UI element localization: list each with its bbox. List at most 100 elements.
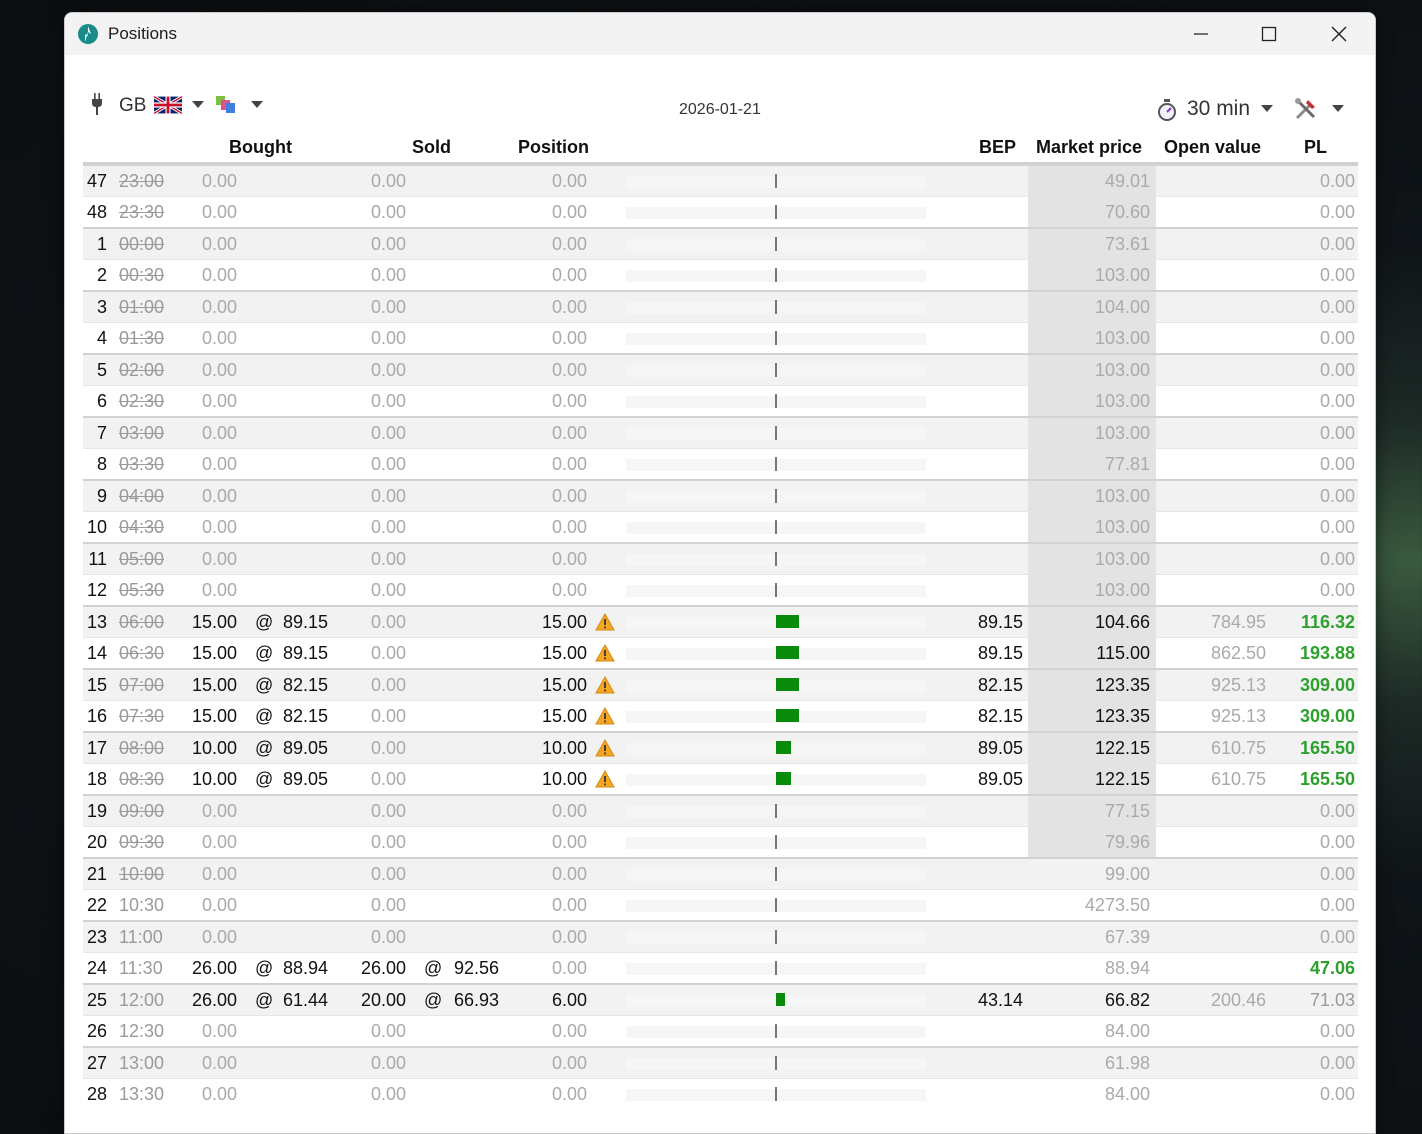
table-row[interactable]: 27 13:00 0.00 0.00 0.00 61.98 0.00 — [83, 1046, 1358, 1078]
title-bar[interactable]: Positions — [65, 13, 1375, 55]
table-row[interactable]: 5 02:00 0.00 0.00 0.00 103.00 0.00 — [83, 353, 1358, 385]
tools-dropdown-caret[interactable] — [1332, 105, 1344, 112]
table-row[interactable]: 22 10:30 0.00 0.00 0.00 4273.50 0.00 — [83, 889, 1358, 920]
position-value: 0.00 — [551, 927, 587, 947]
table-row[interactable]: 3 01:00 0.00 0.00 0.00 104.00 0.00 — [83, 290, 1358, 322]
table-row[interactable]: 28 13:30 0.00 0.00 0.00 84.00 0.00 — [83, 1078, 1358, 1109]
table-row[interactable]: 20 09:30 0.00 0.00 0.00 79.96 0.00 — [83, 826, 1358, 857]
market-price: 79.96 — [1104, 832, 1150, 852]
market-price-cell: 79.96 — [1028, 827, 1156, 857]
region-dropdown-caret[interactable] — [192, 101, 204, 108]
table-row[interactable]: 21 10:00 0.00 0.00 0.00 99.00 0.00 — [83, 857, 1358, 889]
sold-at-symbol: @ — [424, 958, 443, 978]
bought-quantity: 26.00 — [191, 990, 237, 1010]
table-row[interactable]: 26 12:30 0.00 0.00 0.00 84.00 0.00 — [83, 1015, 1358, 1046]
sold-quantity: 26.00 — [360, 958, 406, 978]
period-time: 09:00 — [119, 801, 165, 821]
bought-quantity: 0.00 — [201, 486, 237, 506]
market-price-cell: 103.00 — [1028, 323, 1156, 353]
table-row[interactable]: 9 04:00 0.00 0.00 0.00 103.00 0.00 — [83, 479, 1358, 511]
palette-dropdown-caret[interactable] — [251, 101, 263, 108]
table-row[interactable]: 25 12:00 26.00 @61.44 20.00 @66.93 6.00 43.14 66… — [83, 983, 1358, 1015]
interval-dropdown-caret[interactable] — [1261, 105, 1273, 112]
table-row[interactable]: 15 07:00 15.00 @82.15 0.00 15.00 82.15 123.35 92… — [83, 668, 1358, 700]
warning-icon[interactable] — [595, 707, 615, 725]
bought-quantity: 0.00 — [201, 234, 237, 254]
region-label[interactable]: GB — [119, 95, 146, 117]
uk-flag-icon[interactable] — [154, 96, 182, 114]
table-row[interactable]: 13 06:00 15.00 @89.15 0.00 15.00 89.15 104.66 78… — [83, 605, 1358, 637]
table-row[interactable]: 24 11:30 26.00 @88.94 26.00 @92.56 0.00 88.94 47… — [83, 952, 1358, 983]
warning-icon[interactable] — [595, 644, 615, 662]
bought-quantity: 0.00 — [201, 360, 237, 380]
header-bought[interactable]: Bought — [229, 137, 292, 158]
close-button[interactable] — [1305, 13, 1373, 55]
table-row[interactable]: 19 09:00 0.00 0.00 0.00 77.15 0.00 — [83, 794, 1358, 826]
plug-icon[interactable] — [91, 93, 103, 115]
position-value: 0.00 — [551, 391, 587, 411]
period-number: 2 — [96, 265, 107, 285]
table-row[interactable]: 18 08:30 10.00 @89.05 0.00 10.00 89.05 122.15 61… — [83, 763, 1358, 794]
maximize-button[interactable] — [1235, 13, 1303, 55]
period-time: 05:00 — [119, 549, 165, 569]
position-value: 0.00 — [551, 801, 587, 821]
bought-quantity: 0.00 — [201, 1053, 237, 1073]
period-time: 13:30 — [119, 1084, 165, 1104]
market-price-cell: 66.82 — [1028, 985, 1156, 1015]
table-row[interactable]: 17 08:00 10.00 @89.05 0.00 10.00 89.05 122.15 61… — [83, 731, 1358, 763]
table-row[interactable]: 10 04:30 0.00 0.00 0.00 103.00 0.00 — [83, 511, 1358, 542]
bought-quantity: 0.00 — [201, 297, 237, 317]
position-value: 0.00 — [551, 328, 587, 348]
table-row[interactable]: 6 02:30 0.00 0.00 0.00 103.00 0.00 — [83, 385, 1358, 416]
sold-quantity: 0.00 — [370, 801, 406, 821]
profit-loss: 0.00 — [1319, 486, 1355, 506]
market-price: 122.15 — [1094, 769, 1150, 789]
period-number: 8 — [96, 454, 107, 474]
period-number: 1 — [96, 234, 107, 254]
header-position[interactable]: Position — [518, 137, 589, 158]
table-row[interactable]: 47 23:00 0.00 0.00 0.00 49.01 0.00 — [83, 164, 1358, 196]
minimize-button[interactable] — [1167, 13, 1235, 55]
table-row[interactable]: 11 05:00 0.00 0.00 0.00 103.00 0.00 — [83, 542, 1358, 574]
table-row[interactable]: 7 03:00 0.00 0.00 0.00 103.00 0.00 — [83, 416, 1358, 448]
market-price-cell: 77.15 — [1028, 796, 1156, 826]
market-price-cell: 122.15 — [1028, 764, 1156, 794]
period-number: 21 — [86, 864, 107, 884]
period-time: 01:30 — [119, 328, 165, 348]
warning-icon[interactable] — [595, 770, 615, 788]
color-palette-icon[interactable] — [215, 95, 237, 115]
table-body: 47 23:00 0.00 0.00 0.00 49.01 0.00 48 23:30 0.00 0… — [83, 164, 1358, 1109]
tools-icon[interactable] — [1294, 97, 1318, 121]
warning-icon[interactable] — [595, 676, 615, 694]
sold-quantity: 0.00 — [370, 265, 406, 285]
minimize-icon — [1194, 33, 1208, 35]
warning-icon[interactable] — [595, 613, 615, 631]
break-even-price: 89.05 — [977, 738, 1023, 758]
table-row[interactable]: 12 05:30 0.00 0.00 0.00 103.00 0.00 — [83, 574, 1358, 605]
header-bep[interactable]: BEP — [979, 137, 1016, 158]
table-row[interactable]: 16 07:30 15.00 @82.15 0.00 15.00 82.15 123.35 92… — [83, 700, 1358, 731]
interval-label[interactable]: 30 min — [1187, 97, 1250, 121]
table-row[interactable]: 14 06:30 15.00 @89.15 0.00 15.00 89.15 115.00 86… — [83, 637, 1358, 668]
table-row[interactable]: 4 01:30 0.00 0.00 0.00 103.00 0.00 — [83, 322, 1358, 353]
header-sold[interactable]: Sold — [412, 137, 451, 158]
bought-quantity: 15.00 — [191, 612, 237, 632]
position-bar-zero-marker — [775, 237, 777, 251]
table-row[interactable]: 48 23:30 0.00 0.00 0.00 70.60 0.00 — [83, 196, 1358, 227]
bought-at-symbol: @ — [255, 738, 274, 758]
header-market-price[interactable]: Market price — [1036, 137, 1142, 158]
table-row[interactable]: 1 00:00 0.00 0.00 0.00 73.61 0.00 — [83, 227, 1358, 259]
stopwatch-icon[interactable] — [1157, 99, 1177, 121]
market-price-cell: 103.00 — [1028, 386, 1156, 416]
warning-icon[interactable] — [595, 739, 615, 757]
positions-window: Positions GB 2026-01-21 30 min Bought So… — [64, 12, 1376, 1134]
period-number: 22 — [86, 895, 107, 915]
period-number: 16 — [86, 706, 107, 726]
sold-quantity: 0.00 — [370, 517, 406, 537]
table-row[interactable]: 23 11:00 0.00 0.00 0.00 67.39 0.00 — [83, 920, 1358, 952]
table-row[interactable]: 2 00:30 0.00 0.00 0.00 103.00 0.00 — [83, 259, 1358, 290]
table-row[interactable]: 8 03:30 0.00 0.00 0.00 77.81 0.00 — [83, 448, 1358, 479]
header-pl[interactable]: PL — [1304, 137, 1327, 158]
break-even-price: 89.15 — [977, 612, 1023, 632]
header-open-value[interactable]: Open value — [1164, 137, 1261, 158]
